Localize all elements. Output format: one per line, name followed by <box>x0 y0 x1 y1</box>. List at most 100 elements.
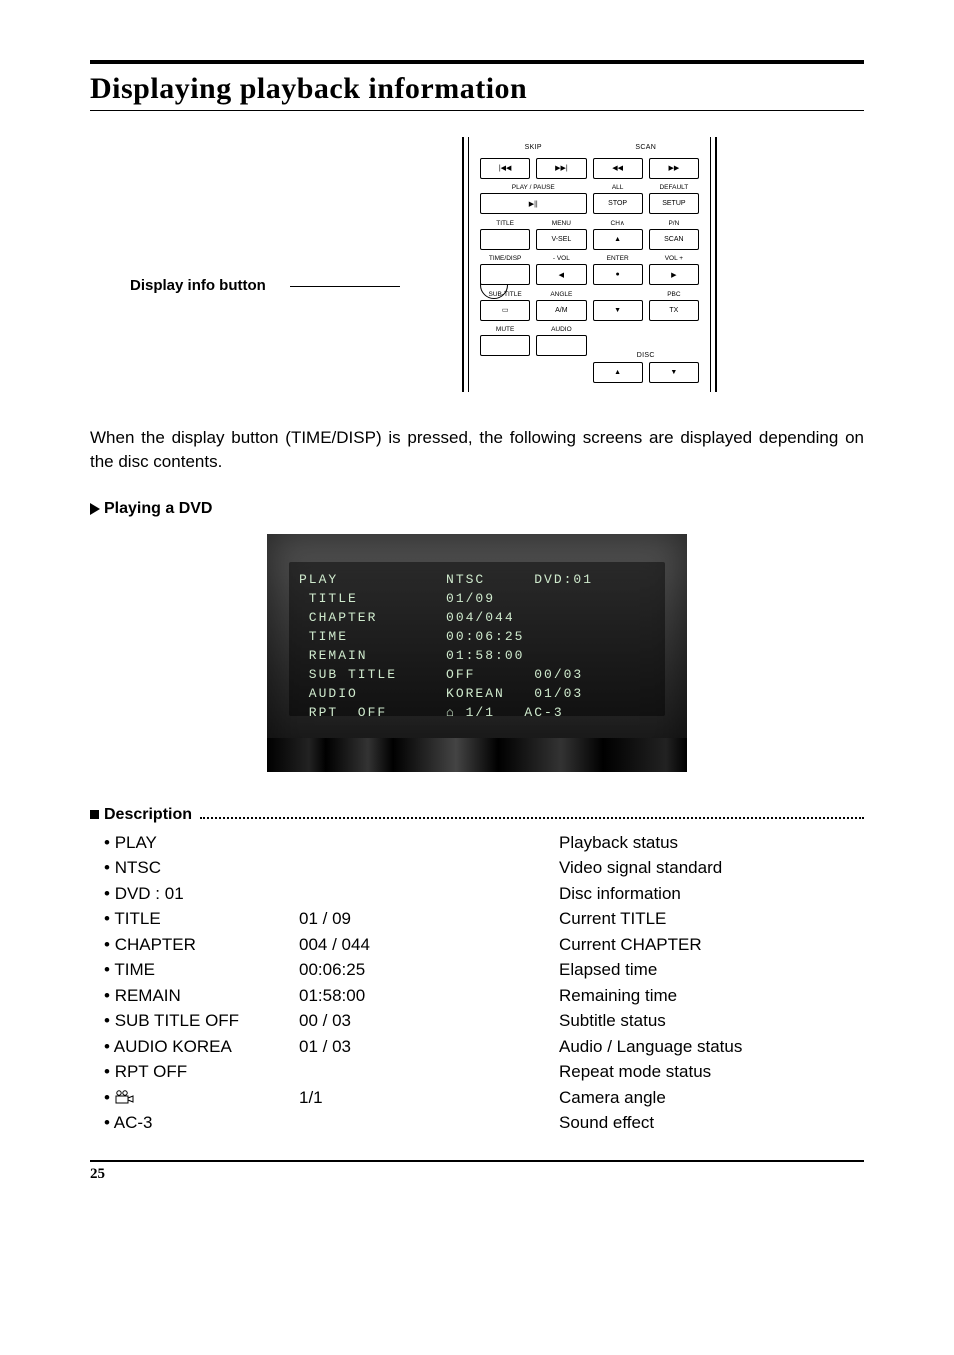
audio-button[interactable] <box>536 335 586 356</box>
scan-button[interactable]: SCAN <box>649 229 699 250</box>
description-table: PLAY Playback status NTSC Video signal stan… <box>104 830 864 1136</box>
disc-down-button[interactable]: ▼ <box>649 362 699 383</box>
description-meaning: Sound effect <box>559 1110 864 1136</box>
description-label: AUDIO KOREA <box>104 1034 299 1060</box>
description-row: PLAY Playback status <box>104 830 864 856</box>
volplus-label: VOL + <box>649 255 699 264</box>
description-meaning: Video signal standard <box>559 855 864 881</box>
scan-rew-button[interactable]: ◀◀ <box>593 158 643 179</box>
pbc-label: PBC <box>649 291 699 300</box>
osd-screenshot: PLAY NTSC DVD:01 TITLE 01/09 CHAPTER 004… <box>267 534 687 772</box>
description-meaning: Playback status <box>559 830 864 856</box>
enter-button[interactable]: ● <box>593 264 643 285</box>
description-label: DVD : 01 <box>104 881 299 907</box>
description-value <box>299 855 559 881</box>
vsel-button[interactable]: V-SEL <box>536 229 586 250</box>
volminus-label: - VOL <box>536 255 586 264</box>
description-value: 00 / 03 <box>299 1008 559 1034</box>
description-value <box>299 1110 559 1136</box>
description-label: TITLE <box>104 906 299 932</box>
remote-diagram: SKIP SCAN |◀◀ ▶▶| ◀◀ ▶▶ PLAY / PAUSE ▶||… <box>462 137 717 392</box>
description-value: 01 / 09 <box>299 906 559 932</box>
ch-up-label: CH∧ <box>593 220 643 229</box>
description-row: TIME00:06:25Elapsed time <box>104 957 864 983</box>
description-label: NTSC <box>104 855 299 881</box>
ch-down-decor <box>593 291 643 300</box>
pn-label: P/N <box>649 220 699 229</box>
timedisp-label: TIME/DISP <box>480 255 530 264</box>
angle-label: ANGLE <box>536 291 586 300</box>
subheading-playing-dvd: Playing a DVD <box>90 500 864 518</box>
title-button[interactable] <box>480 229 530 250</box>
tx-button[interactable]: TX <box>649 300 699 321</box>
callout-line <box>290 286 400 287</box>
description-meaning: Audio / Language status <box>559 1034 864 1060</box>
description-value <box>299 830 559 856</box>
description-heading: Description <box>90 806 864 824</box>
subtitle-button[interactable]: ▭ <box>480 300 530 321</box>
description-label: AC-3 <box>104 1110 299 1136</box>
description-label <box>104 1085 299 1111</box>
description-meaning: Current TITLE <box>559 906 864 932</box>
page-title: Displaying playback information <box>90 72 864 106</box>
description-row: 1/1Camera angle <box>104 1085 864 1111</box>
dotted-rule <box>200 817 864 819</box>
all-label: ALL <box>593 184 643 193</box>
down-button[interactable]: ▼ <box>593 300 643 321</box>
scan-bracket-label: SCAN <box>593 143 700 156</box>
skip-next-button[interactable]: ▶▶| <box>536 158 586 179</box>
description-meaning: Subtitle status <box>559 1008 864 1034</box>
timedisp-button[interactable] <box>480 264 530 285</box>
right-button[interactable]: ▶ <box>649 264 699 285</box>
mute-label: MUTE <box>480 326 530 335</box>
description-row: AC-3 Sound effect <box>104 1110 864 1136</box>
description-row: NTSC Video signal standard <box>104 855 864 881</box>
description-value: 01 / 03 <box>299 1034 559 1060</box>
disc-up-button[interactable]: ▲ <box>593 362 643 383</box>
description-value: 004 / 044 <box>299 932 559 958</box>
description-label: PLAY <box>104 830 299 856</box>
description-meaning: Current CHAPTER <box>559 932 864 958</box>
scan-ff-button[interactable]: ▶▶ <box>649 158 699 179</box>
page-number: 25 <box>90 1166 105 1182</box>
description-meaning: Remaining time <box>559 983 864 1009</box>
description-heading-text: Description <box>104 806 192 824</box>
left-button[interactable]: ◀ <box>536 264 586 285</box>
subheading-text: Playing a DVD <box>104 500 212 518</box>
am-button[interactable]: A/M <box>536 300 586 321</box>
description-row: RPT OFF Repeat mode status <box>104 1059 864 1085</box>
description-label: REMAIN <box>104 983 299 1009</box>
intro-paragraph: When the display button (TIME/DISP) is p… <box>90 426 864 474</box>
title-label: TITLE <box>480 220 530 229</box>
menu-label: MENU <box>536 220 586 229</box>
description-meaning: Elapsed time <box>559 957 864 983</box>
triangle-icon <box>90 503 100 515</box>
mute-button[interactable] <box>480 335 530 356</box>
description-label: RPT OFF <box>104 1059 299 1085</box>
setup-button[interactable]: SETUP <box>649 193 699 214</box>
description-row: AUDIO KOREA01 / 03Audio / Language statu… <box>104 1034 864 1060</box>
osd-overlay-text: PLAY NTSC DVD:01 TITLE 01/09 CHAPTER 004… <box>299 570 593 722</box>
default-label: DEFAULT <box>649 184 699 193</box>
stop-button[interactable]: STOP <box>593 193 643 214</box>
camera-angle-icon <box>115 1091 133 1105</box>
description-row: REMAIN01:58:00Remaining time <box>104 983 864 1009</box>
description-label: SUB TITLE OFF <box>104 1008 299 1034</box>
playpause-label: PLAY / PAUSE <box>480 184 587 193</box>
playpause-button[interactable]: ▶|| <box>480 193 587 214</box>
description-value: 00:06:25 <box>299 957 559 983</box>
description-value <box>299 881 559 907</box>
description-row: TITLE01 / 09Current TITLE <box>104 906 864 932</box>
description-row: DVD : 01Disc information <box>104 881 864 907</box>
description-label: TIME <box>104 957 299 983</box>
callout-label: Display info button <box>130 277 266 294</box>
enter-label: ENTER <box>593 255 643 264</box>
disc-bracket-label: DISC <box>593 351 700 360</box>
description-value: 1/1 <box>299 1085 559 1111</box>
skip-prev-button[interactable]: |◀◀ <box>480 158 530 179</box>
audio-label: AUDIO <box>536 326 586 335</box>
up-button[interactable]: ▲ <box>593 229 643 250</box>
description-meaning: Repeat mode status <box>559 1059 864 1085</box>
description-row: CHAPTER004 / 044Current CHAPTER <box>104 932 864 958</box>
square-icon <box>90 810 99 819</box>
